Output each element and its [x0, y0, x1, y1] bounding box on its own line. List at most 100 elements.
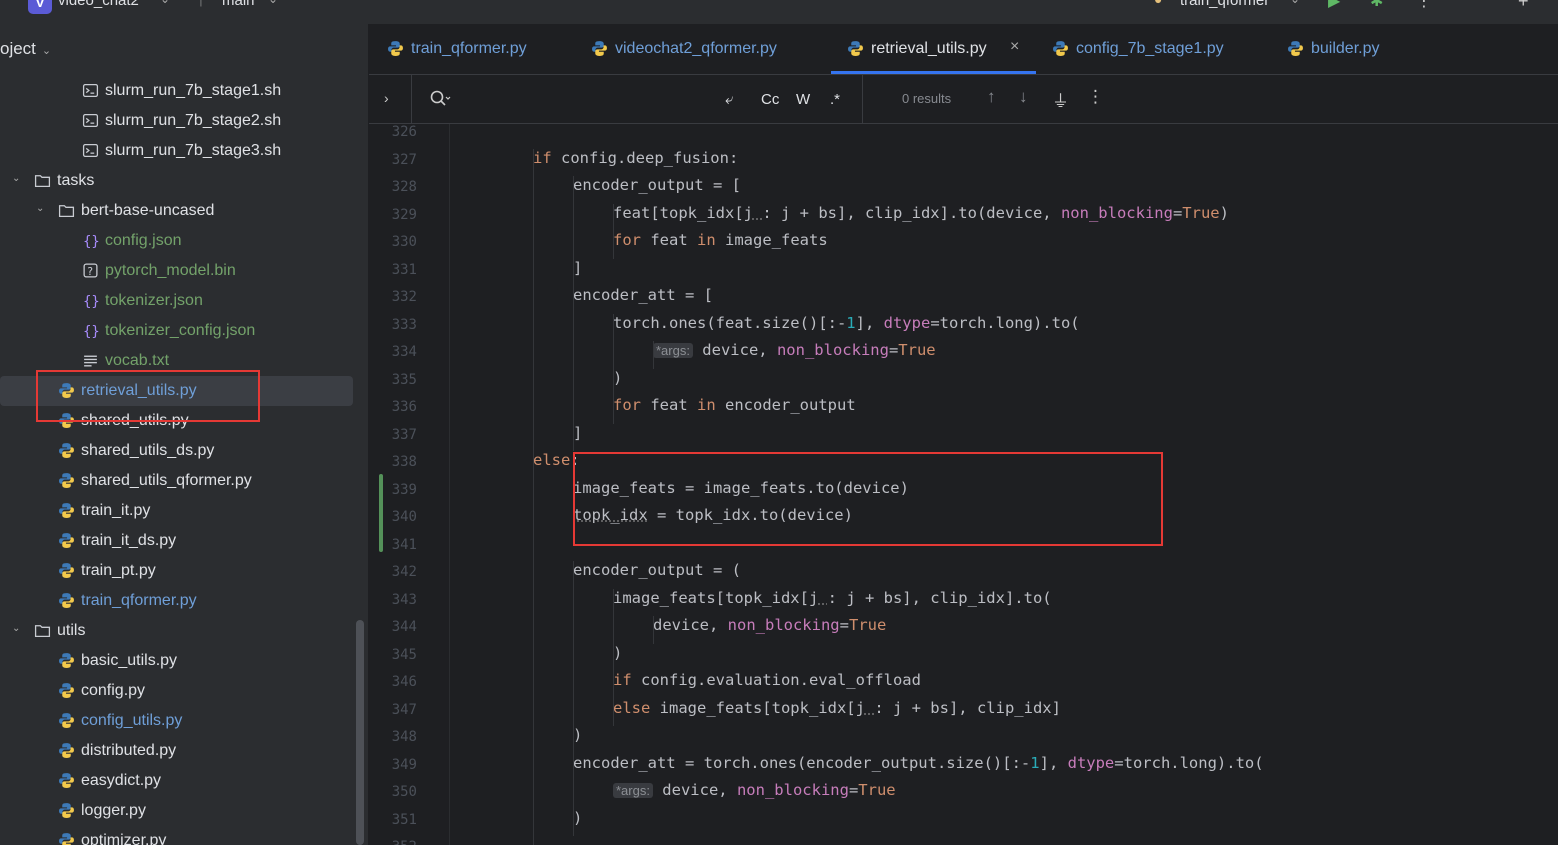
tree-file[interactable]: optimizer.py [0, 826, 353, 845]
match-case-toggle[interactable]: Cc [761, 91, 779, 108]
search-input[interactable] [461, 87, 715, 113]
regex-toggle[interactable]: .* [830, 91, 840, 108]
code-line[interactable]: for feat in encoder_output [613, 396, 856, 414]
run-configuration[interactable]: train_qformer [1180, 0, 1269, 9]
vcs-change-marker[interactable] [379, 474, 383, 552]
whole-word-toggle[interactable]: W [796, 91, 810, 108]
parameter-hint: *args: [653, 343, 693, 358]
tree-file[interactable]: slurm_run_7b_stage3.sh [0, 136, 353, 166]
tree-file[interactable]: shared_utils_ds.py [0, 436, 353, 466]
code-token: in [697, 396, 716, 414]
tree-file[interactable]: {} config.json [0, 226, 353, 256]
debug-icon[interactable]: ✱ [1370, 0, 1383, 11]
code-token: else [613, 698, 651, 717]
arrow-down-icon[interactable]: ↓ [1019, 87, 1028, 107]
more-icon[interactable]: ⋮ [1416, 0, 1432, 11]
project-badge[interactable]: V [28, 0, 52, 14]
python-icon [847, 40, 864, 57]
chevron-down-icon[interactable]: ⌄ [36, 203, 44, 214]
code-line[interactable]: else image_feats[topk_idx[j : j + bs], c… [613, 699, 1061, 717]
code-line[interactable]: torch.ones(feat.size()[:-1], dtype=torch… [613, 314, 1080, 332]
search-icon[interactable] [429, 89, 451, 114]
line-number: 336 [391, 399, 417, 415]
code-line[interactable]: if config.deep_fusion: [533, 149, 738, 167]
arrow-up-icon[interactable]: ↑ [987, 87, 996, 107]
active-tab-indicator [831, 71, 1036, 74]
tree-file[interactable]: basic_utils.py [0, 646, 353, 676]
shell-icon [82, 142, 99, 159]
tree-file[interactable]: distributed.py [0, 736, 353, 766]
code-line[interactable]: *args: device, non_blocking=True [653, 341, 936, 359]
python-icon [58, 592, 75, 609]
tree-file[interactable]: config_utils.py [0, 706, 353, 736]
project-view-header[interactable]: oject ⌄ [0, 39, 51, 59]
filter-icon[interactable]: ⏚ [1052, 87, 1069, 112]
tab-label: train_qformer.py [411, 40, 527, 57]
project-name[interactable]: video_chat2 [58, 0, 139, 9]
tree-file[interactable]: {} tokenizer.json [0, 286, 353, 316]
tree-item-label: config_utils.py [81, 712, 183, 729]
tree-file[interactable]: config.py [0, 676, 353, 706]
code-line[interactable]: encoder_att = torch.ones(encoder_output.… [573, 754, 1264, 772]
code-token: for [613, 396, 641, 414]
add-user-icon[interactable]: + [1518, 0, 1529, 12]
code-line[interactable]: image_feats[topk_idx[j : j + bs], clip_i… [613, 589, 1052, 607]
chevron-down-icon[interactable]: ⌄ [268, 0, 278, 6]
code-line[interactable]: ) [613, 369, 622, 387]
tree-folder[interactable]: ⌄ bert-base-uncased [0, 196, 353, 226]
chevron-down-icon[interactable]: ⌄ [160, 0, 170, 6]
new-line-icon[interactable]: ⤶ [725, 91, 733, 108]
code-line[interactable]: ] [573, 424, 582, 442]
line-number: 332 [391, 289, 417, 305]
branch-name[interactable]: main [222, 0, 255, 9]
code-token: non_blocking [1060, 203, 1173, 222]
tree-item-label: slurm_run_7b_stage2.sh [105, 112, 282, 129]
tree-item-label: train_it.py [81, 502, 151, 519]
chevron-down-icon[interactable]: ⌄ [42, 45, 51, 57]
line-number: 326 [391, 124, 417, 140]
tree-folder[interactable]: ⌄ tasks [0, 166, 353, 196]
code-line[interactable]: encoder_att = [ [573, 286, 713, 304]
code-line[interactable]: ] [573, 259, 582, 277]
code-line[interactable]: encoder_output = ( [573, 561, 741, 579]
line-number: 330 [391, 234, 417, 250]
tree-file[interactable]: easydict.py [0, 766, 353, 796]
tree-file[interactable]: train_it_ds.py [0, 526, 353, 556]
chevron-down-icon[interactable]: ⌄ [12, 623, 20, 634]
python-icon [58, 532, 75, 549]
tree-file[interactable]: shared_utils_qformer.py [0, 466, 353, 496]
tree-file[interactable]: logger.py [0, 796, 353, 826]
tree-file[interactable]: ? pytorch_model.bin [0, 256, 353, 286]
more-icon[interactable]: ⋮ [1087, 87, 1104, 107]
code-line[interactable]: device, non_blocking=True [653, 616, 886, 634]
branch-icon[interactable]: ᚴ [198, 0, 206, 8]
code-line[interactable]: ) [613, 644, 622, 662]
code-token: feat [641, 231, 697, 249]
code-line[interactable]: for feat in image_feats [613, 231, 828, 249]
search-results-count: 0 results [902, 91, 952, 106]
tree-file[interactable]: train_it.py [0, 496, 353, 526]
tree-file[interactable]: slurm_run_7b_stage1.sh [0, 76, 353, 106]
code-line[interactable]: if config.evaluation.eval_offload [613, 671, 921, 689]
tree-file[interactable]: train_qformer.py [0, 586, 353, 616]
code-token: in [697, 231, 716, 249]
code-line[interactable]: feat[topk_idx[j : j + bs], clip_idx].to(… [613, 204, 1229, 222]
code-line[interactable]: ) [573, 809, 582, 827]
code-line[interactable]: *args: device, non_blocking=True [613, 781, 896, 799]
run-icon[interactable]: ▶ [1328, 0, 1340, 11]
code-line[interactable]: encoder_output = [ [573, 176, 741, 194]
code-line[interactable]: ) [573, 726, 582, 744]
close-icon[interactable]: × [1010, 38, 1019, 56]
tree-folder[interactable]: ⌄ utils [0, 616, 353, 646]
python-icon [387, 40, 404, 57]
code-token: encoder_att = [ [573, 286, 713, 304]
chevron-down-icon[interactable]: ⌄ [1290, 0, 1300, 6]
sidebar-scrollbar[interactable] [356, 620, 364, 845]
tree-item-label: distributed.py [81, 742, 177, 759]
expand-replace-icon[interactable]: › [384, 90, 389, 106]
tree-file[interactable]: slurm_run_7b_stage2.sh [0, 106, 353, 136]
chevron-down-icon[interactable]: ⌄ [12, 173, 20, 184]
tree-file[interactable]: {} tokenizer_config.json [0, 316, 353, 346]
tree-file[interactable]: train_pt.py [0, 556, 353, 586]
